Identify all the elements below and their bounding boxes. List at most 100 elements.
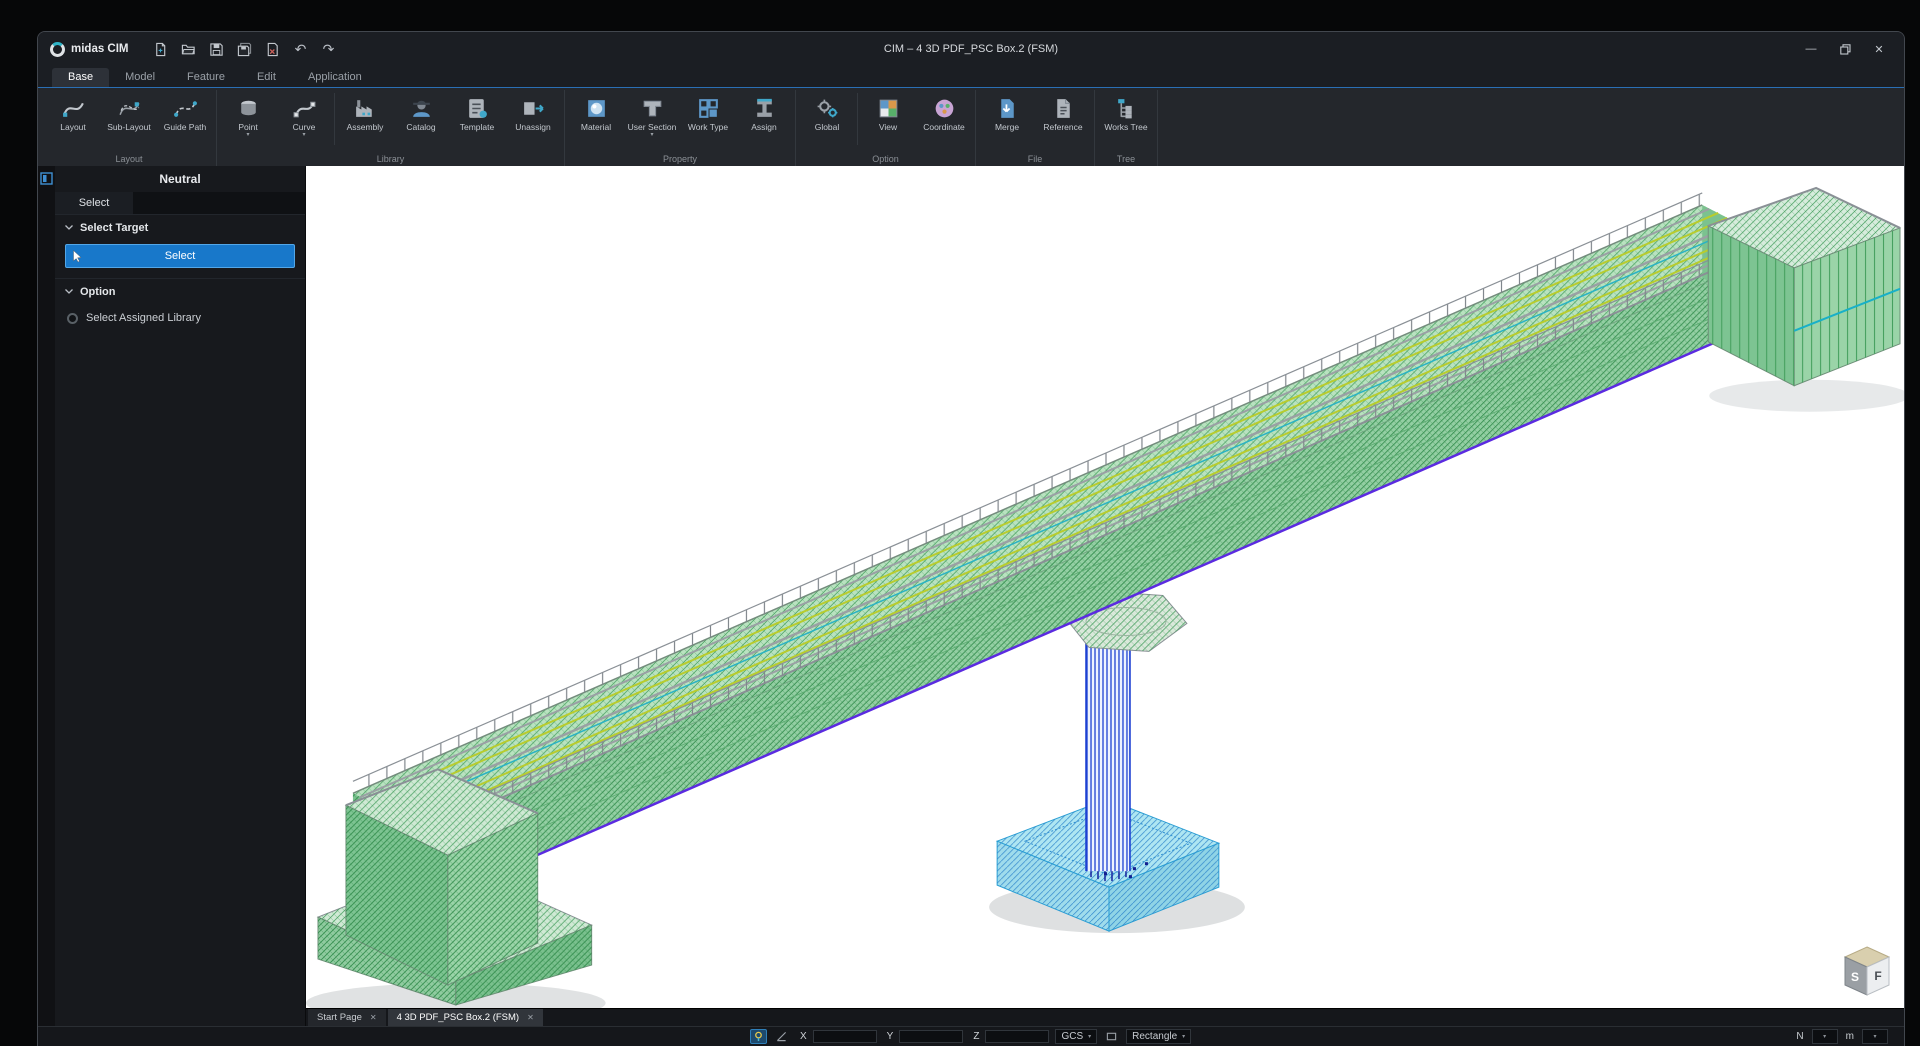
ribbon-button-works-tree[interactable]: Works Tree	[1098, 91, 1154, 151]
save-button[interactable]	[205, 38, 229, 60]
open-folder-icon	[181, 42, 196, 57]
ribbon-group-option: Global View Coordinate Option	[796, 90, 976, 166]
ribbon-button-label: Catalog	[406, 122, 435, 132]
guide-path-icon	[173, 94, 198, 122]
chevron-down-icon	[65, 225, 73, 230]
close-tab-icon[interactable]: ✕	[370, 1013, 377, 1022]
restore-icon	[1840, 44, 1851, 55]
ribbon-separator	[334, 93, 335, 145]
shape-mode-button[interactable]	[1103, 1029, 1120, 1044]
sidebar-panel: Neutral Select Select Target Select Opti…	[55, 166, 306, 1026]
ribbon-button-user-section[interactable]: User Section ▾	[624, 91, 680, 151]
ribbon-button-assign[interactable]: Assign	[736, 91, 792, 151]
ribbon-button-sub-layout[interactable]: Sub-Layout	[101, 91, 157, 151]
coordinate-system-value: GCS	[1061, 1031, 1083, 1042]
doc-tab-model[interactable]: 4 3D PDF_PSC Box.2 (FSM) ✕	[388, 1009, 543, 1026]
navigation-cube[interactable]: S F	[1844, 946, 1890, 998]
ribbon-group-tree: Works Tree Tree	[1095, 90, 1158, 166]
user-section-icon	[640, 94, 665, 122]
point-icon	[236, 94, 261, 122]
reference-icon	[1051, 94, 1076, 122]
ribbon-button-merge[interactable]: Merge	[979, 91, 1035, 151]
ribbon-button-reference[interactable]: Reference	[1035, 91, 1091, 151]
viewport-column: S F Start Page ✕ 4 3D PDF_PSC Box.2 (FSM…	[306, 166, 1904, 1026]
section-select-target[interactable]: Select Target	[55, 214, 305, 240]
assembly-icon	[353, 94, 378, 122]
panel-dock-icon[interactable]	[40, 172, 53, 185]
close-tab-icon[interactable]: ✕	[527, 1013, 534, 1022]
unit-length-dropdown[interactable]: ▾	[1862, 1029, 1888, 1044]
ribbon-button-unassign[interactable]: Unassign	[505, 91, 561, 151]
ribbon-button-layout[interactable]: Layout	[45, 91, 101, 151]
menu-tab-bar: Base Model Feature Edit Application	[38, 66, 1904, 88]
tab-edit[interactable]: Edit	[241, 68, 292, 87]
viewport-3d[interactable]: S F	[306, 166, 1904, 1008]
pier-column	[1086, 613, 1130, 871]
nav-cube-left-label: S	[1851, 970, 1859, 984]
ribbon-button-label: User Section	[628, 122, 677, 132]
restore-button[interactable]	[1828, 36, 1862, 62]
ribbon-group-label: Property	[568, 151, 792, 166]
curve-icon	[292, 94, 317, 122]
tab-model[interactable]: Model	[109, 68, 171, 87]
ribbon-button-label: Reference	[1043, 122, 1082, 132]
save-all-button[interactable]	[233, 38, 257, 60]
ribbon-button-material[interactable]: Material	[568, 91, 624, 151]
ribbon-button-label: Guide Path	[164, 122, 207, 132]
minimize-button[interactable]: —	[1794, 36, 1828, 62]
tab-select[interactable]: Select	[55, 192, 133, 214]
section-option[interactable]: Option	[55, 278, 305, 304]
unit-force-dropdown[interactable]: ▾	[1812, 1029, 1838, 1044]
global-gears-icon	[815, 94, 840, 122]
app-name: midas CIM	[71, 43, 129, 55]
ribbon-button-coordinate[interactable]: Coordinate	[916, 91, 972, 151]
sublayout-curve-icon	[117, 94, 142, 122]
ribbon-button-work-type[interactable]: Work Type	[680, 91, 736, 151]
tab-application[interactable]: Application	[292, 68, 378, 87]
material-icon	[584, 94, 609, 122]
ribbon-button-guide-path[interactable]: Guide Path	[157, 91, 213, 151]
ribbon-button-point[interactable]: Point ▾	[220, 91, 276, 151]
new-document-button[interactable]	[149, 38, 173, 60]
snap-angle-button[interactable]	[773, 1029, 790, 1044]
window-controls: — ✕	[1794, 36, 1896, 62]
ribbon-button-label: Coordinate	[923, 122, 965, 132]
undo-button[interactable]: ↶	[289, 38, 313, 60]
unit-length-label: m	[1846, 1031, 1854, 1042]
panel-tab-strip: Select	[55, 192, 305, 214]
coord-x-input[interactable]	[813, 1030, 877, 1043]
ribbon-button-assembly[interactable]: Assembly	[337, 91, 393, 151]
snap-point-button[interactable]	[750, 1029, 767, 1044]
unassign-icon	[521, 94, 546, 122]
ribbon-button-view[interactable]: View	[860, 91, 916, 151]
layout-curve-icon	[61, 94, 86, 122]
open-folder-button[interactable]	[177, 38, 201, 60]
coordinate-icon	[932, 94, 957, 122]
content-area: Neutral Select Select Target Select Opti…	[38, 166, 1904, 1026]
ribbon-button-curve[interactable]: Curve ▾	[276, 91, 332, 151]
close-button[interactable]: ✕	[1862, 36, 1896, 62]
ribbon-separator	[857, 93, 858, 145]
ribbon-button-global[interactable]: Global	[799, 91, 855, 151]
select-assigned-library-toggle[interactable]	[67, 313, 78, 324]
coordinate-system-dropdown[interactable]: GCS ▾	[1055, 1029, 1097, 1044]
ribbon-button-label: Template	[460, 122, 495, 132]
select-button[interactable]: Select	[65, 244, 295, 268]
coord-y-input[interactable]	[899, 1030, 963, 1043]
shape-mode-dropdown[interactable]: Rectangle ▾	[1126, 1029, 1191, 1044]
tab-base[interactable]: Base	[52, 68, 109, 87]
unit-force-label: N	[1796, 1031, 1803, 1042]
status-units-group: N ▾ m ▾	[1796, 1029, 1888, 1044]
coord-z-input[interactable]	[985, 1030, 1049, 1043]
tab-feature[interactable]: Feature	[171, 68, 241, 87]
merge-icon	[995, 94, 1020, 122]
viewport-3d-canvas[interactable]	[306, 166, 1904, 1008]
redo-button[interactable]: ↷	[317, 38, 341, 60]
ribbon-button-catalog[interactable]: Catalog	[393, 91, 449, 151]
chevron-down-icon: ▾	[1873, 1033, 1876, 1040]
ribbon-button-template[interactable]: Template	[449, 91, 505, 151]
close-document-button[interactable]	[261, 38, 285, 60]
status-coordinate-group: X Y Z GCS ▾ Rectangle ▾	[750, 1029, 1191, 1044]
chevron-down-icon: ▾	[1823, 1033, 1826, 1040]
doc-tab-start-page[interactable]: Start Page ✕	[308, 1009, 386, 1026]
